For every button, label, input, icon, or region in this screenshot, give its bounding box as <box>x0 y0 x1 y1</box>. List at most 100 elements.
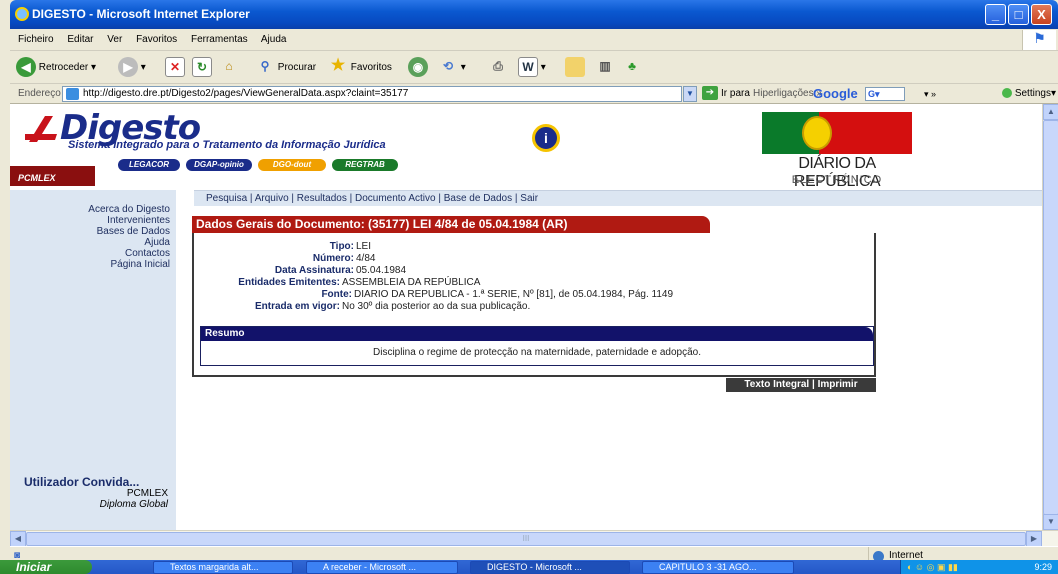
refresh-icon: ↻ <box>192 57 212 78</box>
scroll-thumb[interactable] <box>1043 120 1058 515</box>
vertical-scrollbar[interactable]: ▲ ▼ <box>1042 104 1058 530</box>
links-label: Hiperligações <box>753 88 814 99</box>
pill-regtrab[interactable]: REGTRAB <box>332 159 398 171</box>
page-icon <box>66 88 79 100</box>
media-button[interactable]: ◉ <box>408 57 428 79</box>
window-title: DIGESTO - Microsoft Internet Explorer <box>32 7 250 21</box>
sidebar-item-ajuda[interactable]: Ajuda <box>10 237 176 248</box>
favorites-label: Favoritos <box>350 62 392 73</box>
close-button[interactable]: X <box>1031 4 1052 25</box>
forward-button[interactable]: ▶ ▾ <box>118 57 146 79</box>
menu-ajuda[interactable]: Ajuda <box>261 34 287 45</box>
field-label: Número: <box>312 253 354 264</box>
tray-icons[interactable]: ◐ ☺ ◎ ▣ ▮▮ <box>901 560 958 574</box>
address-dropdown[interactable]: ▼ <box>683 86 697 102</box>
sidebar-item-pagina-inicial[interactable]: Página Inicial <box>10 259 176 270</box>
page-content: Digesto Sistema Integrado para o Tratame… <box>10 104 1042 530</box>
taskbar: Iniciar Textos margarida alt... A recebe… <box>0 560 1058 574</box>
field-value: 05.04.1984 <box>356 265 407 276</box>
user-panel: Utilizador Convida... PCMLEX Diploma Glo… <box>24 476 168 510</box>
google-logo: Google <box>813 86 858 101</box>
menu-ferramentas[interactable]: Ferramentas <box>191 34 248 45</box>
field-label: Data Assinatura: <box>274 265 354 276</box>
print-icon: ⎙ <box>493 59 503 74</box>
minimize-button[interactable]: _ <box>985 4 1006 25</box>
favorites-button[interactable]: ★ Favoritos <box>328 57 392 79</box>
maximize-button[interactable]: □ <box>1008 4 1029 25</box>
menu-editar[interactable]: Editar <box>67 34 93 45</box>
refresh-button[interactable]: ↻ <box>192 57 212 79</box>
scroll-right-icon[interactable]: ▶ <box>1026 531 1042 547</box>
start-button[interactable]: Iniciar <box>0 560 92 574</box>
field-label: Entrada em vigor: <box>254 301 340 312</box>
stop-button[interactable]: ✕ <box>165 57 185 79</box>
sidebar-item-bases-de-dados[interactable]: Bases de Dados <box>10 226 176 237</box>
field-label: Tipo: <box>329 241 354 252</box>
home-icon: ⌂ <box>225 59 233 74</box>
sidebar-item-intervenientes[interactable]: Intervenientes <box>10 215 176 226</box>
horizontal-scrollbar[interactable]: ◀ III ▶ <box>10 530 1058 547</box>
sidebar-item-acerca[interactable]: Acerca do Digesto <box>10 204 176 215</box>
user-code: PCMLEX <box>126 488 168 499</box>
menu-bar: Ficheiro Editar Ver Favoritos Ferramenta… <box>10 29 1058 51</box>
google-search-box[interactable]: G▾ <box>865 87 905 101</box>
document-actions[interactable]: Texto Integral | Imprimir <box>726 378 876 392</box>
sidebar-item-contactos[interactable]: Contactos <box>10 248 176 259</box>
pcmlex-tag: PCMLEX <box>10 166 95 186</box>
task-textos[interactable]: Textos margarida alt... <box>153 561 293 574</box>
title-bar: DIGESTO - Microsoft Internet Explorer _ … <box>10 0 1058 29</box>
scroll-left-icon[interactable]: ◀ <box>10 531 26 547</box>
task-capitulo[interactable]: CAPITULO 3 -31 AGO... <box>642 561 794 574</box>
ie-icon <box>15 7 29 21</box>
forward-arrow-icon: ▶ <box>118 57 138 78</box>
scroll-up-icon[interactable]: ▲ <box>1043 104 1058 120</box>
pill-legacor[interactable]: LEGACOR <box>118 159 180 171</box>
task-a-receber[interactable]: A receber - Microsoft ... <box>306 561 458 574</box>
back-button[interactable]: ◀ Retroceder ▾ <box>16 57 96 79</box>
diario-republica-logo[interactable]: DIÁRIO DA REPÚBLICA ELECTRÓNICO <box>762 112 912 190</box>
messenger-button[interactable]: ♣ <box>622 57 642 79</box>
star-icon: ★ <box>330 57 346 75</box>
search-label: Procurar <box>277 62 317 73</box>
pill-dgo-dout[interactable]: DGO-dout <box>258 159 326 171</box>
word-button[interactable]: W ▾ <box>518 57 546 79</box>
settings-button[interactable]: Settings▾ <box>1001 84 1056 104</box>
field-value: DIARIO DA REPUBLICA - 1.ª SERIE, Nº [81]… <box>354 289 673 300</box>
field-value: 4/84 <box>356 253 376 264</box>
system-tray: ◐ ☺ ◎ ▣ ▮▮ 9:29 <box>900 560 1058 574</box>
menu-ficheiro[interactable]: Ficheiro <box>18 34 54 45</box>
field-label: Fonte: <box>321 289 352 300</box>
history-button[interactable]: ⟲ ▾ <box>438 57 466 79</box>
word-icon: W <box>518 57 538 78</box>
messenger-icon: ♣ <box>628 59 636 74</box>
folder-button[interactable] <box>565 57 585 79</box>
address-label: Endereço <box>18 88 61 99</box>
site-banner: Digesto Sistema Integrado para o Tratame… <box>10 104 1042 190</box>
resumo-text: Disciplina o regime de protecção na mate… <box>373 347 701 358</box>
print-button[interactable]: ⎙ <box>488 57 508 79</box>
dr-subtitle: ELECTRÓNICO <box>791 174 883 186</box>
info-icon[interactable]: i <box>532 124 560 152</box>
address-input[interactable]: http://digesto.dre.pt/Digesto2/pages/Vie… <box>62 86 682 102</box>
google-options-icon[interactable]: ▾ » <box>924 84 936 104</box>
home-button[interactable]: ⌂ <box>219 57 239 79</box>
back-arrow-icon: ◀ <box>16 57 36 78</box>
menu-favoritos[interactable]: Favoritos <box>136 34 177 45</box>
start-label: Iniciar <box>16 560 52 574</box>
settings-label: Settings <box>1014 88 1051 99</box>
digesto-logo-icon <box>25 116 57 142</box>
pill-dgap-opinio[interactable]: DGAP-opinio <box>186 159 252 171</box>
left-sidebar: Acerca do Digesto Intervenientes Bases d… <box>10 190 176 530</box>
field-value: No 30º dia posterior ao da sua publicaçã… <box>342 301 531 312</box>
menu-ver[interactable]: Ver <box>107 34 122 45</box>
task-digesto[interactable]: DIGESTO - Microsoft ... <box>470 561 630 574</box>
hscroll-thumb[interactable]: III <box>26 532 1026 546</box>
settings-icon <box>1001 88 1012 99</box>
go-button[interactable]: ➔ Ir para <box>702 86 750 102</box>
search-button[interactable]: ⚲ Procurar <box>255 57 317 79</box>
top-nav[interactable]: Pesquisa | Arquivo | Resultados | Docume… <box>194 190 1042 206</box>
scroll-down-icon[interactable]: ▼ <box>1043 514 1058 530</box>
stop-icon: ✕ <box>165 57 185 78</box>
history-icon: ⟲ <box>442 59 454 74</box>
research-button[interactable]: ▥ <box>595 57 615 79</box>
